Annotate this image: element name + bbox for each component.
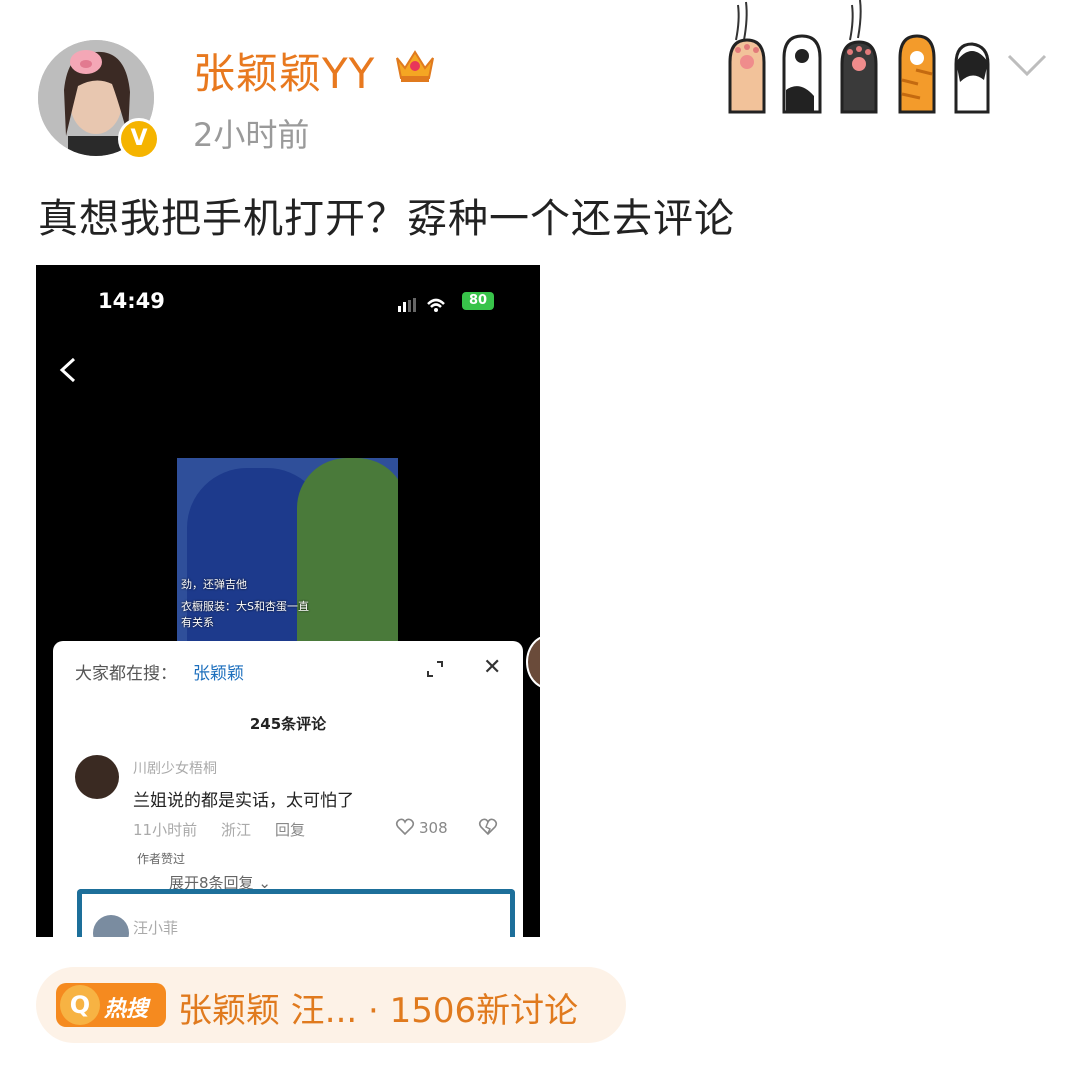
search-icon: Q (60, 985, 100, 1025)
video-caption-line: 衣橱服装：大S和杏蛋一直 (181, 600, 309, 613)
video-caption-line: 有关系 (181, 616, 214, 629)
verified-badge-icon: V (118, 118, 160, 160)
dislike-icon[interactable] (478, 817, 498, 841)
search-label: 大家都在搜： (75, 664, 177, 684)
signal-wifi-icon (396, 296, 456, 320)
trending-topic-text[interactable]: 张颖颖 汪... · 1506新讨论 (178, 983, 578, 1032)
expand-icon[interactable] (425, 659, 445, 683)
side-avatar[interactable] (526, 635, 540, 689)
post-text: 真想我把手机打开？孬种一个还去评论 (38, 196, 735, 242)
comment-region: 浙江 (221, 821, 252, 839)
trending-badge-label: 热搜 (104, 997, 149, 1022)
comment-text: 兰姐说的都是实话，太可怕了 (133, 791, 354, 811)
close-icon[interactable]: ✕ (483, 655, 501, 680)
trending-badge: Q 热搜 (56, 983, 166, 1027)
trending-topic-pill[interactable]: Q 热搜 张颖颖 汪... · 1506新讨论 (36, 967, 626, 1043)
chevron-down-icon[interactable] (1005, 50, 1049, 84)
reply-button[interactable]: 回复 (275, 819, 305, 840)
back-arrow-icon[interactable] (58, 355, 78, 389)
commenter-avatar[interactable] (75, 755, 119, 799)
crown-icon (393, 44, 437, 88)
username[interactable]: 张颖颖YY (193, 40, 375, 101)
video-caption-line: 劲，还弹吉他 (181, 578, 247, 591)
video-thumbnail[interactable]: 劲，还弹吉他 衣橱服装：大S和杏蛋一直 有关系 (177, 458, 398, 648)
comment-panel: 大家都在搜： 张颖颖 ✕ 245条评论 川剧少女梧桐 兰姐说的都是实话，太可怕了… (53, 641, 523, 937)
commenter-name[interactable]: 川剧少女梧桐 (133, 758, 217, 778)
commenter-name[interactable]: 汪小菲 (133, 917, 178, 937)
author-liked-tag: 作者赞过 (137, 852, 186, 866)
post-time: 2小时前 (193, 116, 310, 154)
search-suggestion[interactable]: 张颖颖 (193, 659, 244, 684)
phone-status-time: 14:49 (98, 289, 165, 313)
heart-icon[interactable] (395, 817, 415, 841)
comment-time: 11小时前 (133, 821, 198, 839)
post-image[interactable]: 14:49 80 劲，还弹吉他 衣橱服装：大S和杏蛋一直 有关系 大家都在搜： … (36, 265, 540, 937)
battery-indicator: 80 (462, 292, 494, 310)
cat-paws-decoration-icon (722, 0, 1002, 124)
like-count: 308 (419, 819, 448, 837)
comment-count: 245条评论 (249, 715, 327, 733)
